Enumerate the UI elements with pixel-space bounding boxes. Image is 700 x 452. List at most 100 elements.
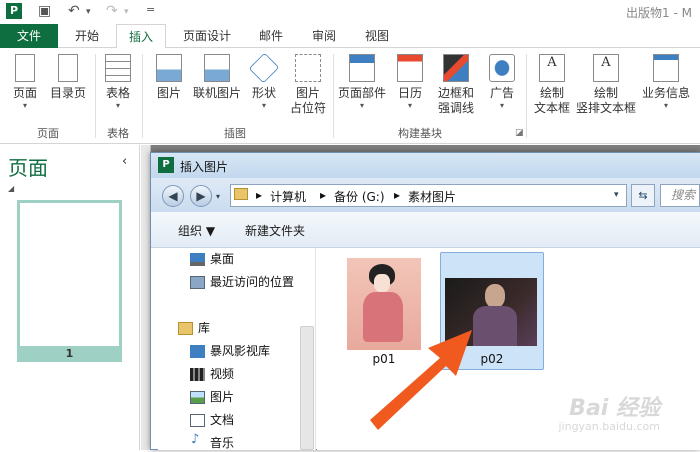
expand-triangle-icon[interactable]: ◢ [8,184,14,193]
dialog-launcher-icon[interactable]: ◪ [515,128,524,138]
breadcrumb-separator-icon[interactable]: ▸ [320,188,326,202]
nav-item-pictures[interactable]: 图片 [210,388,234,406]
draw-textbox-button[interactable]: A 绘制 文本框 [530,54,574,116]
picture-placeholder-label1: 图片 [295,86,320,100]
publisher-logo-icon: P [6,3,22,19]
nav-item-music[interactable]: 音乐 [210,434,234,452]
borders-icon [443,54,469,82]
nav-item-video: 视频 [210,367,235,381]
organize-button[interactable]: 组织 ▼ [178,222,215,239]
borders-label1: 边框和 [437,86,474,100]
tab-mailings[interactable]: 邮件 [248,24,294,48]
nav-pane-scrollbar[interactable] [300,326,314,450]
page-button[interactable]: 页面 ▾ [8,54,42,111]
vertical-textbox-label2: 竖排文本框 [575,101,636,115]
calendar-button[interactable]: 日历 ▾ [392,54,428,111]
face-shape [374,274,390,292]
picture-placeholder-icon [295,54,321,82]
undo-icon[interactable]: ↶ [68,3,80,19]
back-button[interactable]: ◀ [162,185,184,207]
chevron-down-icon: ▾ [499,101,504,110]
table-button[interactable]: 表格 ▾ [100,54,136,111]
nav-item-library[interactable]: 库 [198,319,210,337]
command-bar [151,212,700,248]
draw-textbox-label1: 绘制 [539,86,564,100]
calendar-icon [397,54,423,82]
tab-file[interactable]: 文件 [0,24,58,48]
video-library-icon [190,345,205,358]
page-icon [15,54,35,82]
tab-view[interactable]: 视图 [354,24,400,48]
business-info-icon [653,54,679,82]
folder-icon [234,188,248,200]
undo-dropdown-icon[interactable]: ▾ [86,7,91,17]
table-button-label: 表格 [105,86,130,100]
breadcrumb-separator-icon[interactable]: ▸ [394,188,400,202]
chevron-down-icon: ▾ [359,101,364,110]
forward-button[interactable]: ▶ [190,185,212,207]
pictures-icon [190,391,205,404]
breadcrumb-computer[interactable]: 计算机 [270,188,306,205]
page-button-label: 页面 [12,86,37,100]
tab-page-design[interactable]: 页面设计 [170,24,244,48]
redo-dropdown-icon[interactable]: ▾ [124,7,129,17]
table-icon [105,54,131,82]
online-picture-button[interactable]: 联机图片 [190,54,244,101]
picture-button[interactable]: 图片 [150,54,188,101]
library-icon [178,322,193,335]
new-folder-button[interactable]: 新建文件夹 [245,222,305,239]
tab-insert[interactable]: 插入 [116,24,166,49]
catalog-page-label: 目录页 [49,86,86,100]
desktop-icon [190,253,205,266]
dialog-title-bar [151,153,700,178]
page-parts-label: 页面部件 [337,86,386,100]
nav-item-documents[interactable]: 文档 [210,411,234,429]
nav-item-recent[interactable]: 最近访问的位置 [210,273,294,291]
business-info-button[interactable]: 业务信息 ▾ [638,54,694,111]
advertisement-button[interactable]: 广告 ▾ [484,54,520,111]
redo-icon[interactable]: ↷ [106,3,118,19]
face-shape [485,284,505,308]
refresh-button[interactable]: ⇆ [631,184,655,207]
dialog-title: 插入图片 [180,160,229,174]
recent-locations-chevron-icon[interactable]: ▾ [216,192,220,201]
catalog-page-button[interactable]: 目录页 [46,54,90,101]
tab-home[interactable]: 开始 [62,24,112,48]
business-info-label: 业务信息 [641,86,690,100]
nav-item-video-library[interactable]: 暴风影视库 [210,342,270,360]
video-icon [190,368,205,381]
page-parts-icon [349,54,375,82]
nav-item-desktop[interactable]: 桌面 [210,250,234,268]
picture-placeholder-button[interactable]: 图片 占位符 [286,54,330,116]
group-illustrations-label: 插图 [224,127,246,140]
shapes-button[interactable]: 形状 ▾ [246,52,282,111]
vertical-textbox-button[interactable]: A 绘制 竖排文本框 [574,54,638,116]
recent-places-icon [190,276,205,289]
save-icon[interactable]: ▣ [38,3,51,19]
page-thumbnail[interactable] [17,200,122,362]
address-dropdown-icon[interactable]: ▾ [614,190,619,200]
watermark-url: jingyan.baidu.com [558,420,660,433]
group-building-blocks-label: 构建基块 [398,127,442,140]
pointer-arrow-icon [370,330,472,430]
ribbon-separator [142,54,143,138]
vertical-textbox-icon: A [593,54,619,82]
catalog-page-icon [58,54,78,82]
breadcrumb-folder[interactable]: 素材图片 [408,188,456,205]
app-title: 出版物1 - M [626,6,692,20]
search-input[interactable]: 搜索 素材图片 [660,184,700,207]
page-parts-button[interactable]: 页面部件 ▾ [336,54,388,111]
collapse-pane-icon[interactable]: ‹ [122,154,127,169]
online-picture-icon [204,54,230,82]
chevron-down-icon: ▾ [407,101,412,110]
breadcrumb-drive[interactable]: 备份 (G:) [334,188,385,205]
advertisement-icon [489,54,515,82]
borders-button[interactable]: 边框和 强调线 [432,54,480,116]
page-pane-title: 页面 [8,156,48,180]
breadcrumb-separator-icon[interactable]: ▸ [256,188,262,202]
customize-toolbar-icon[interactable]: = [146,3,155,16]
chevron-down-icon: ▾ [663,101,668,110]
tab-review[interactable]: 审阅 [300,24,348,48]
group-tables-label: 表格 [107,127,129,140]
music-icon: ♪ [191,432,200,447]
